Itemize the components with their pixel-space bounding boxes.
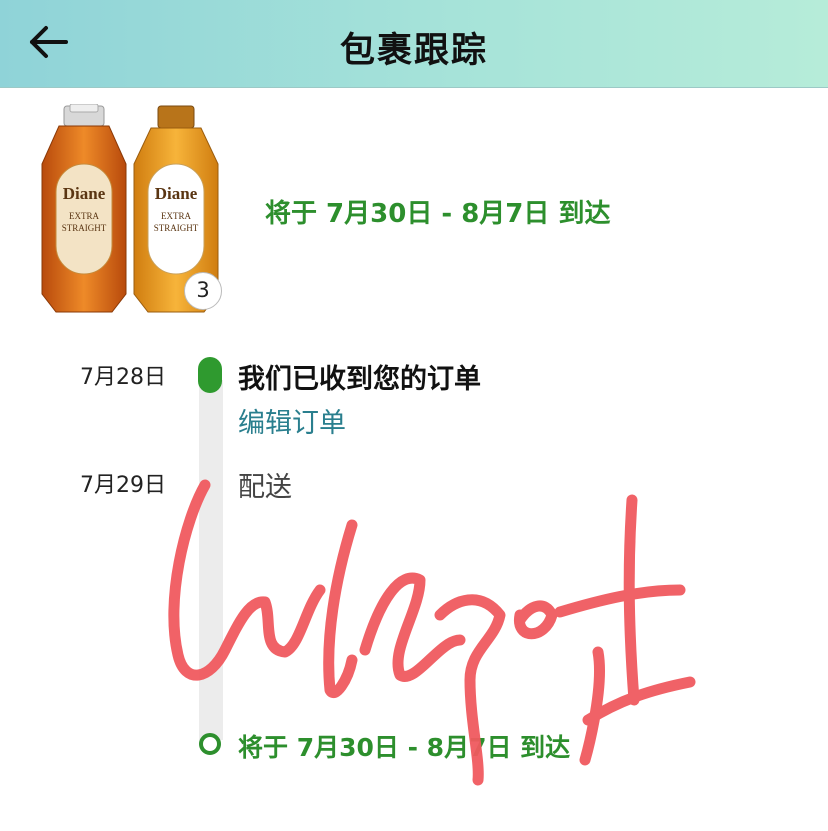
timeline-dot-pending bbox=[199, 733, 221, 755]
page-title: 包裹跟踪 bbox=[339, 31, 488, 71]
event-date: 7月29日 bbox=[80, 473, 166, 498]
svg-text:Diane: Diane bbox=[63, 184, 106, 203]
timeline-dot-current bbox=[198, 357, 222, 393]
svg-text:Diane: Diane bbox=[155, 184, 198, 203]
product-image-shampoo: Diane EXTRA STRAIGHT bbox=[41, 104, 127, 313]
estimated-arrival: 将于 7月30日 - 8月7日 到达 bbox=[265, 199, 611, 229]
svg-text:STRAIGHT: STRAIGHT bbox=[154, 223, 199, 233]
event-title: 配送 bbox=[238, 472, 292, 503]
quantity-badge: 3 bbox=[184, 272, 222, 310]
event-date: 7月28日 bbox=[80, 365, 166, 390]
header-bar: 包裹跟踪 bbox=[0, 0, 828, 88]
product-thumbnails[interactable]: Diane EXTRA STRAIGHT Diane EXTRA STRAIGH… bbox=[34, 104, 234, 314]
timeline-rail bbox=[199, 380, 223, 740]
svg-text:EXTRA: EXTRA bbox=[69, 211, 99, 221]
svg-text:EXTRA: EXTRA bbox=[161, 211, 191, 221]
svg-text:STRAIGHT: STRAIGHT bbox=[62, 223, 107, 233]
final-estimated-arrival: 将于 7月30日 - 8月7日 到达 bbox=[238, 733, 571, 762]
edit-order-link[interactable]: 编辑订单 bbox=[238, 401, 346, 440]
event-title: 我们已收到您的订单 bbox=[238, 364, 481, 395]
